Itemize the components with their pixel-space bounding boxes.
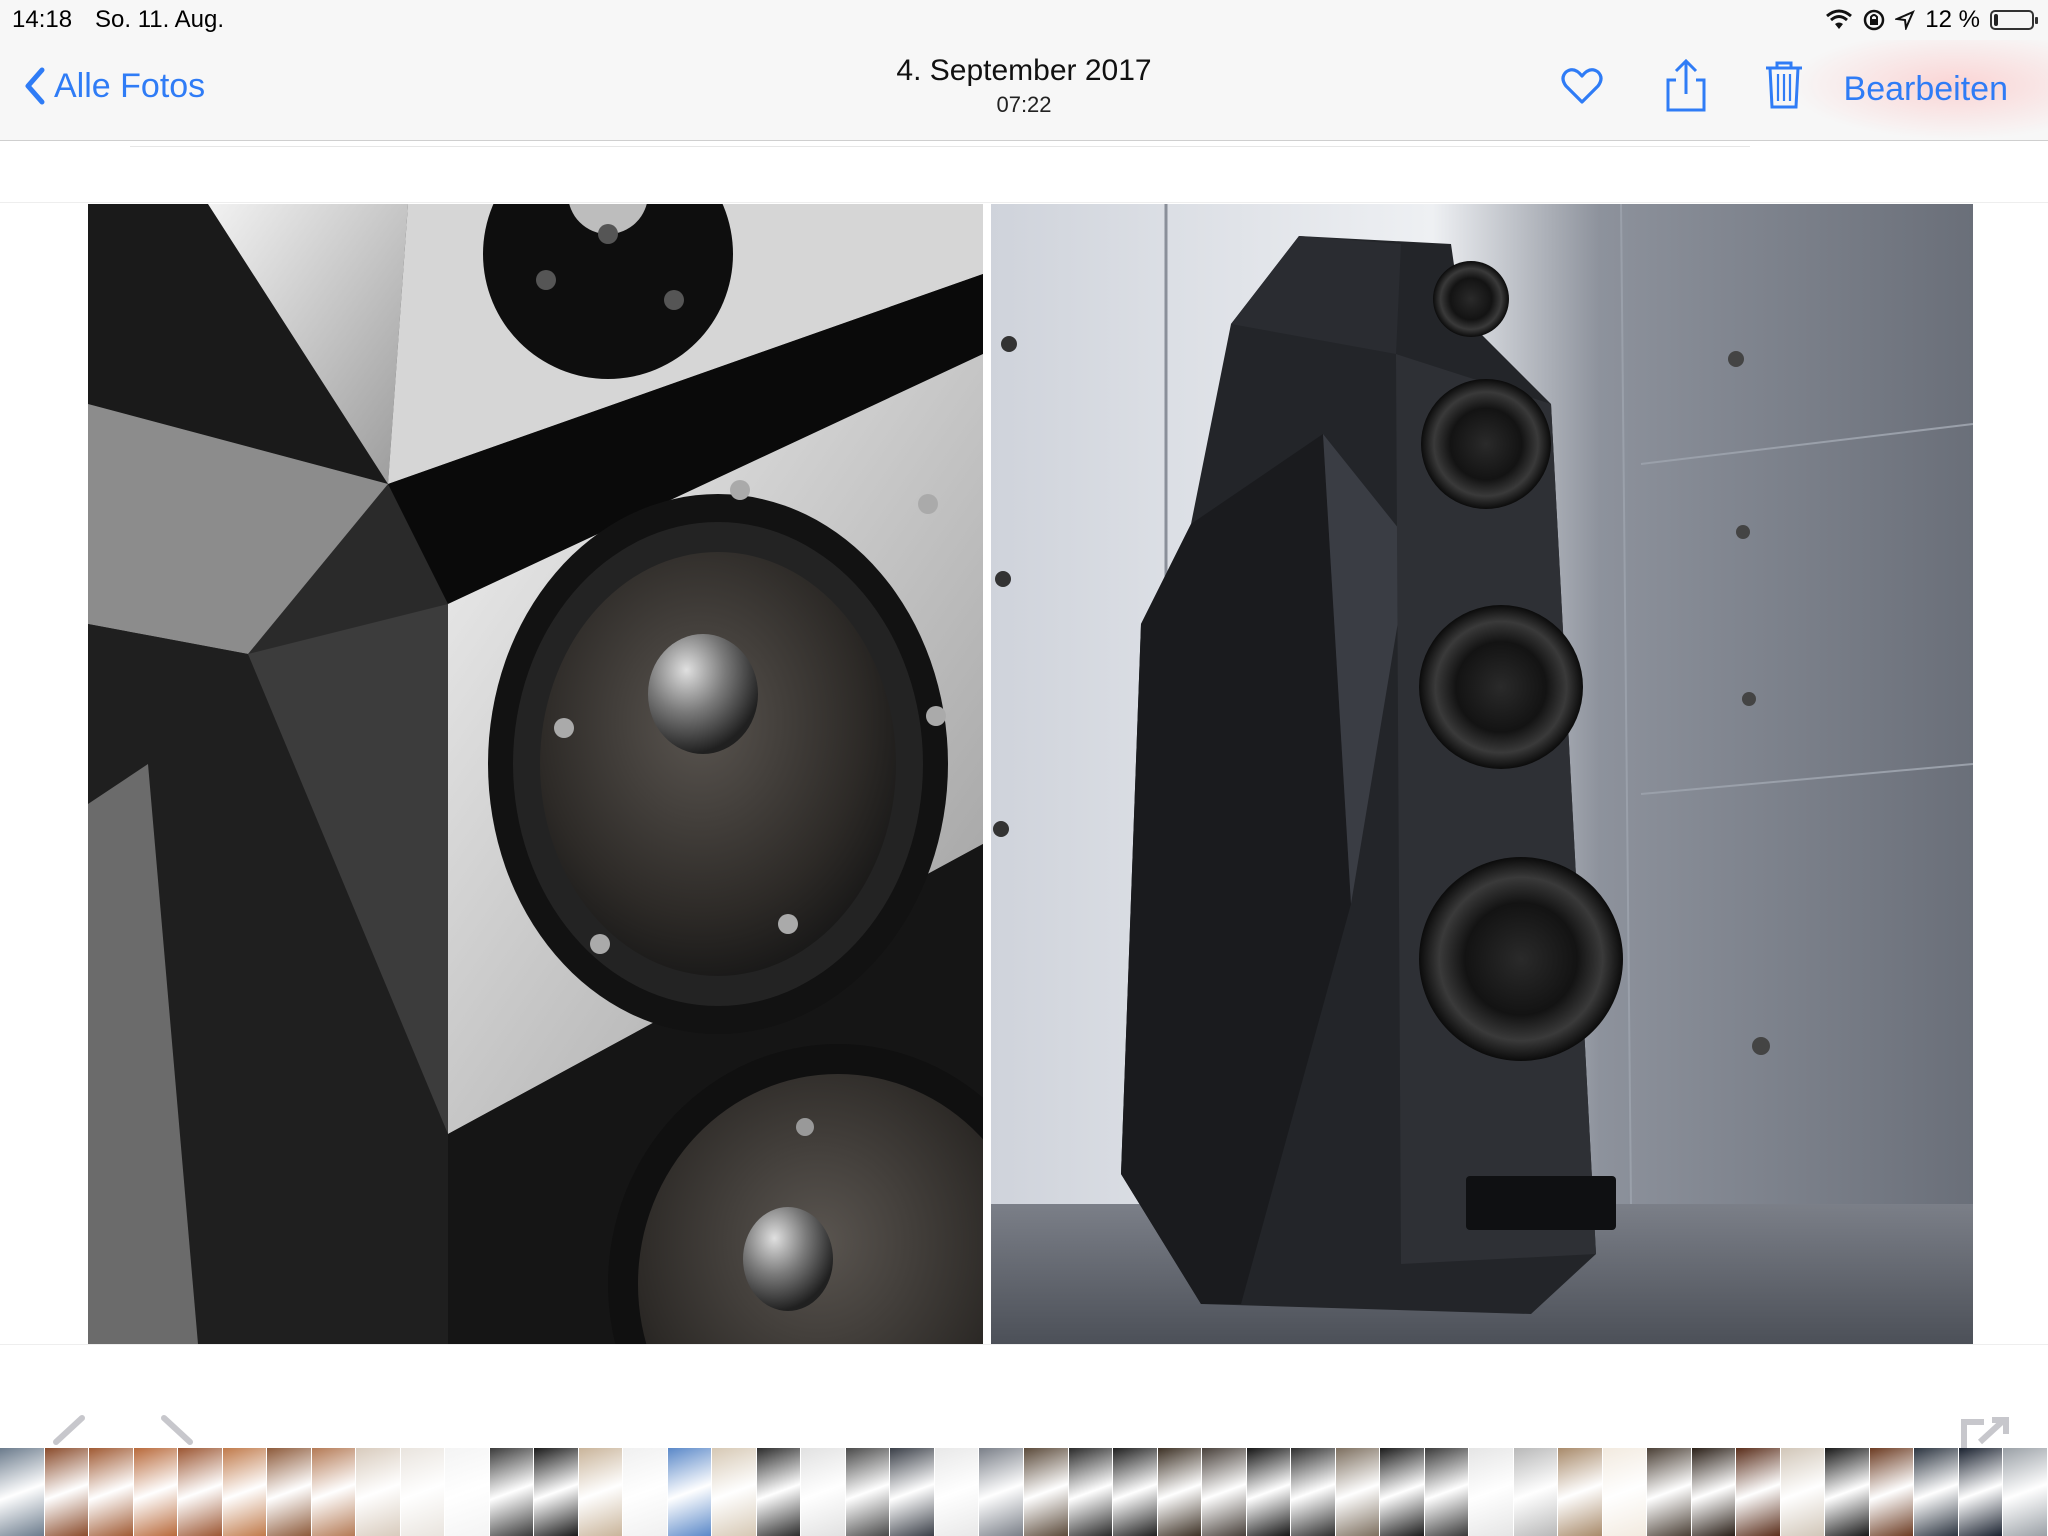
filmstrip-thumbnail[interactable] [1068,1448,1113,1536]
speaker-detail-illustration [88,204,983,1344]
filmstrip-thumbnail[interactable] [1469,1448,1513,1536]
rotation-lock-icon [1864,9,1885,31]
status-right: 12 % [1825,6,2038,34]
filmstrip-thumbnail[interactable] [756,1448,801,1536]
back-button[interactable]: Alle Fotos [22,66,205,106]
filmstrip-thumbnail[interactable] [1736,1448,1780,1536]
filmstrip-thumbnail[interactable] [623,1448,667,1536]
filmstrip-thumbnail[interactable] [1246,1448,1291,1536]
filmstrip-thumbnail[interactable] [2003,1448,2047,1536]
filmstrip-thumbnail[interactable] [0,1448,44,1536]
filmstrip-thumbnail[interactable] [1558,1448,1602,1536]
filmstrip-thumbnail[interactable] [1113,1448,1157,1536]
chevron-right-icon [161,1415,193,1445]
back-label: Alle Fotos [54,66,206,105]
wifi-icon [1826,9,1853,29]
speaker-full-photo[interactable] [991,204,1973,1344]
filmstrip-thumbnail[interactable] [1869,1448,1914,1536]
nav-bar: Alle Fotos 4. September 2017 07:22 Bearb… [0,40,2048,141]
filmstrip-thumbnail[interactable] [979,1448,1023,1536]
filmstrip-thumbnail[interactable] [1780,1448,1825,1536]
filmstrip-thumbnail[interactable] [311,1448,356,1536]
battery-fill [1994,14,1998,26]
filmstrip-thumbnail[interactable] [1958,1448,2003,1536]
heart-icon [1561,68,1603,104]
filmstrip-thumbnail[interactable] [1513,1448,1558,1536]
filmstrip-thumbnail[interactable] [44,1448,89,1536]
filmstrip-thumbnail[interactable] [1602,1448,1647,1536]
filmstrip-thumbnail[interactable] [222,1448,267,1536]
filmstrip-thumbnail[interactable] [578,1448,623,1536]
speaker-detail-photo[interactable] [88,204,983,1344]
page-subtitle: 07:22 [996,92,1052,117]
filmstrip-thumbnail[interactable] [133,1448,178,1536]
filmstrip-thumbnail[interactable] [1691,1448,1736,1536]
location-icon [1895,10,1916,30]
filmstrip-thumbnail[interactable] [1914,1448,1958,1536]
filmstrip-thumbnail[interactable] [534,1448,578,1536]
status-time: 14:18 [12,6,73,33]
filmstrip-thumbnail[interactable] [445,1448,489,1536]
status-date: So. 11. Aug. [95,6,224,33]
chevron-left-icon [53,1415,85,1445]
favorite-button[interactable] [1558,62,1606,115]
filmstrip-thumbnail[interactable] [89,1448,133,1536]
status-bar: 14:18 So. 11. Aug. 12 % [0,0,2048,40]
filmstrip-thumbnail[interactable] [667,1448,712,1536]
share-icon [1666,58,1706,112]
divider [0,1344,2048,1345]
title-block: 4. September 2017 07:22 [0,54,2048,118]
filmstrip-thumbnail[interactable] [845,1448,890,1536]
divider [0,202,2048,203]
filmstrip-thumbnail[interactable] [267,1448,311,1536]
edit-button[interactable]: Bearbeiten [1844,70,2008,109]
battery-icon [1990,10,2038,30]
filmstrip-thumbnail[interactable] [1380,1448,1424,1536]
filmstrip-thumbnail[interactable] [1157,1448,1202,1536]
expand-icon [1961,1417,2009,1448]
filmstrip-thumbnail[interactable] [1647,1448,1691,1536]
filmstrip-thumbnail[interactable] [890,1448,934,1536]
filmstrip-thumbnail[interactable] [1202,1448,1246,1536]
divider [130,146,1750,147]
filmstrip-thumbnail[interactable] [712,1448,756,1536]
page-title: 4. September 2017 [896,54,1152,87]
filmstrip-thumbnail[interactable] [1291,1448,1335,1536]
filmstrip-thumbnail[interactable] [489,1448,534,1536]
speaker-full-illustration [991,204,1973,1344]
filmstrip-thumbnail[interactable] [1825,1448,1869,1536]
filmstrip-thumbnail[interactable] [400,1448,445,1536]
battery-percentage: 12 % [1925,6,1980,33]
filmstrip-thumbnail[interactable] [178,1448,222,1536]
filmstrip-thumbnail[interactable] [1335,1448,1380,1536]
filmstrip-thumbnail[interactable] [801,1448,845,1536]
filmstrip-thumbnail[interactable] [1424,1448,1469,1536]
chevron-left-icon [25,67,45,105]
share-button[interactable] [1664,58,1708,119]
filmstrip-thumbnail[interactable] [934,1448,979,1536]
photo-filmstrip[interactable] [0,1448,2048,1536]
filmstrip-thumbnail[interactable] [356,1448,400,1536]
filmstrip-thumbnail[interactable] [1024,1448,1068,1536]
